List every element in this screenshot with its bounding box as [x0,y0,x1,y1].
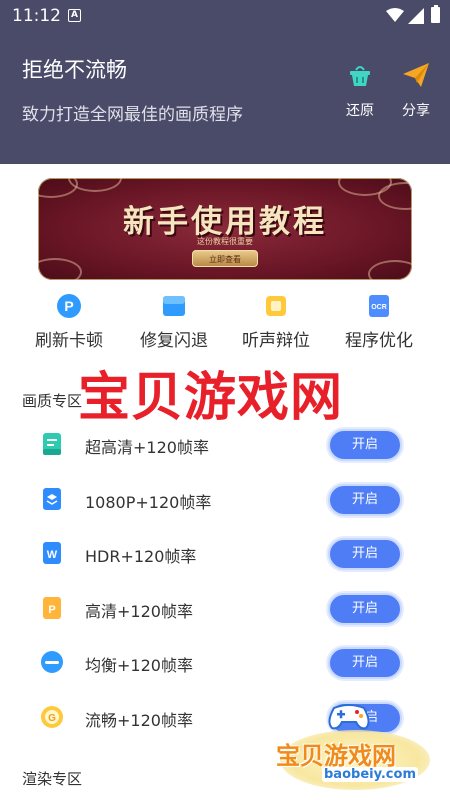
ocr-optimize-icon: OCR [369,295,389,317]
banner-headline: 新手使用教程 [123,204,327,240]
ppt-doc-icon: P [43,597,61,619]
quality-section-title: 画质专区 [22,392,83,410]
render-section-title: 渲染专区 [22,770,83,788]
quality-row: W HDR+120帧率 开启 [0,534,450,574]
quality-row: 超高清+120帧率 开启 [0,425,450,465]
notification-a-icon: A [68,9,81,22]
svg-text:P: P [64,298,73,314]
share-button[interactable]: 分享 [394,62,438,120]
quality-row-label: 流畅+120帧率 [85,711,193,730]
sound-icon [266,296,286,316]
tutorial-banner[interactable]: 新手使用教程 这份教程很重要 立即查看 [38,178,412,280]
svg-text:W: W [47,549,58,561]
app-subtitle: 致力打造全网最佳的画质程序 [22,105,243,125]
site-logo: 宝贝游戏网 baobeiy.com [270,700,450,800]
enable-button[interactable]: 开启 [328,429,402,461]
quality-row-label: 高清+120帧率 [85,602,193,621]
quick-action-sound[interactable]: 听声辩位 [226,292,326,351]
restore-button[interactable]: 还原 [338,62,382,120]
watermark-text: 宝贝游戏网 [78,367,344,428]
enable-button[interactable]: 开启 [328,593,402,625]
g-coin-icon: G [41,706,63,728]
status-bar: 11:12 A [0,0,450,32]
enable-button[interactable]: 开启 [328,484,402,516]
status-time: 11:12 [12,6,61,26]
logo-name: 宝贝游戏网 [276,742,396,770]
share-label: 分享 [402,103,430,119]
quality-row-label: HDR+120帧率 [85,547,197,566]
refresh-p-icon: P [57,294,81,318]
enable-button[interactable]: 开启 [328,647,402,679]
quick-action-label: 听声辩位 [242,331,310,351]
quick-action-label: 修复闪退 [140,331,208,351]
restore-label: 还原 [346,103,374,119]
svg-text:P: P [48,604,55,616]
signal-icon [408,8,424,24]
app-title: 拒绝不流畅 [22,58,127,82]
repair-icon [163,296,185,316]
svg-text:G: G [48,713,56,724]
wifi-icon [386,8,404,22]
quality-row-label: 1080P+120帧率 [85,493,212,512]
cloud-decoration [68,178,122,192]
quick-action-optimize[interactable]: OCR 程序优化 [329,292,429,351]
enable-button[interactable]: 开启 [328,538,402,570]
app-header: 拒绝不流畅 致力打造全网最佳的画质程序 还原 分享 [0,32,450,164]
banner-view-button[interactable]: 立即查看 [192,250,258,267]
quick-action-repair[interactable]: 修复闪退 [124,292,224,351]
quality-row: 均衡+120帧率 开启 [0,643,450,683]
cloud-decoration [368,260,412,280]
quick-action-label: 刷新卡顿 [35,331,103,351]
banner-tagline: 这份教程很重要 [197,237,253,246]
quick-action-label: 程序优化 [345,331,413,351]
battery-icon [431,5,440,23]
quality-row: P 高清+120帧率 开启 [0,589,450,629]
paper-plane-icon [403,63,429,87]
gamepad-icon [328,704,370,730]
quality-row-label: 均衡+120帧率 [85,656,193,675]
svg-text:OCR: OCR [371,304,387,311]
layers-icon [43,488,61,510]
cloud-icon [41,651,63,673]
quality-row-label: 超高清+120帧率 [85,438,209,457]
quality-row: 1080P+120帧率 开启 [0,480,450,520]
word-doc-icon: W [43,542,61,564]
quick-action-refresh[interactable]: P 刷新卡顿 [19,292,119,351]
logo-url: baobeiy.com [322,767,418,782]
cloud-decoration [38,258,82,280]
doc-teal-icon [43,433,61,455]
basket-icon [350,66,370,86]
